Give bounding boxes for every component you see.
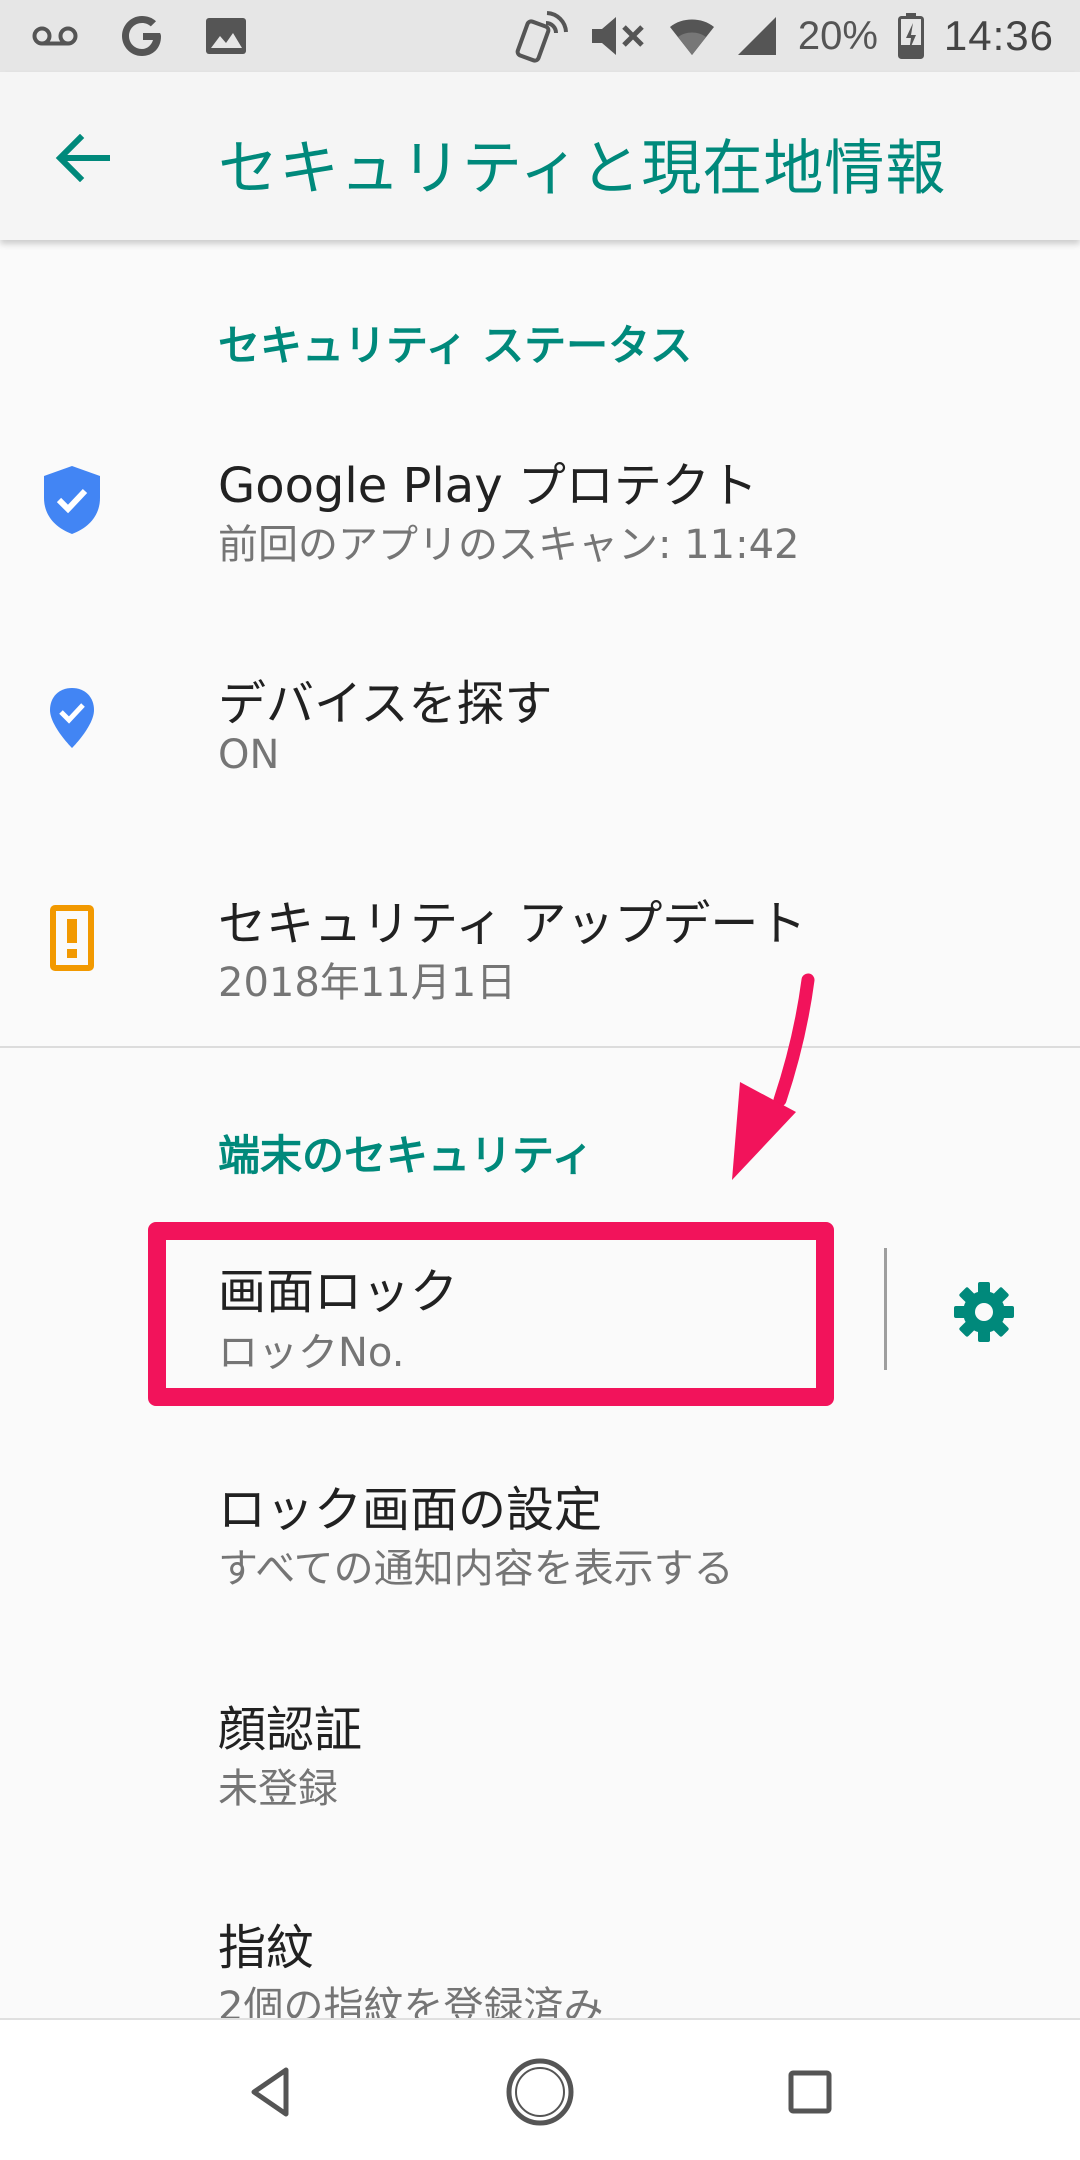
nav-home-button[interactable] xyxy=(498,2050,582,2134)
navigation-bar xyxy=(0,2018,1080,2160)
back-triangle-icon xyxy=(251,2067,289,2117)
google-icon xyxy=(120,0,164,72)
shield-check-icon xyxy=(36,460,108,540)
mute-icon xyxy=(590,0,648,72)
item-title: デバイスを探す xyxy=(218,676,553,732)
app-bar: セキュリティと現在地情報 xyxy=(0,72,1080,240)
item-title: ロック画面の設定 xyxy=(218,1482,603,1538)
phone-alert-icon xyxy=(36,898,108,978)
arrow-back-icon xyxy=(55,134,110,182)
item-title: セキュリティ アップデート xyxy=(218,896,807,952)
section-header-security-status: セキュリティ ステータス xyxy=(218,321,693,370)
recents-square-icon xyxy=(788,2070,832,2114)
item-title: Google Play プロテクト xyxy=(218,458,758,514)
screen-lock-settings-button[interactable] xyxy=(944,1272,1024,1352)
item-subtitle: ON xyxy=(218,732,280,778)
wifi-icon xyxy=(668,0,716,72)
item-subtitle: すべての通知内容を表示する xyxy=(218,1546,734,1592)
voicemail-icon xyxy=(32,0,78,72)
page-title: セキュリティと現在地情報 xyxy=(218,134,947,204)
location-check-icon xyxy=(36,678,108,758)
annotation-arrow-icon xyxy=(732,973,815,1180)
battery-icon xyxy=(897,0,924,72)
section-header-device-security: 端末のセキュリティ xyxy=(218,1131,594,1180)
annotation-highlight-box xyxy=(148,1222,834,1406)
signal-icon xyxy=(736,0,778,72)
item-subtitle: 2018年11月1日 xyxy=(218,960,517,1006)
status-bar: 20% 14:36 xyxy=(0,0,1080,72)
home-circle-icon xyxy=(506,2058,574,2126)
battery-percent: 20% xyxy=(797,13,878,58)
vertical-divider xyxy=(884,1248,887,1370)
nav-back-button[interactable] xyxy=(228,2050,312,2134)
item-title: 指紋 xyxy=(218,1920,315,1976)
image-icon xyxy=(206,0,246,72)
nfc-phone-icon xyxy=(514,0,570,72)
nav-recents-button[interactable] xyxy=(768,2050,852,2134)
clock: 14:36 xyxy=(943,12,1054,59)
item-subtitle: 未登録 xyxy=(218,1766,338,1812)
section-divider xyxy=(0,1046,1080,1048)
back-button[interactable] xyxy=(42,118,122,198)
item-subtitle: 前回のアプリのスキャン: 11:42 xyxy=(218,522,800,568)
item-title: 顔認証 xyxy=(218,1702,363,1758)
gear-icon xyxy=(954,1282,1014,1342)
